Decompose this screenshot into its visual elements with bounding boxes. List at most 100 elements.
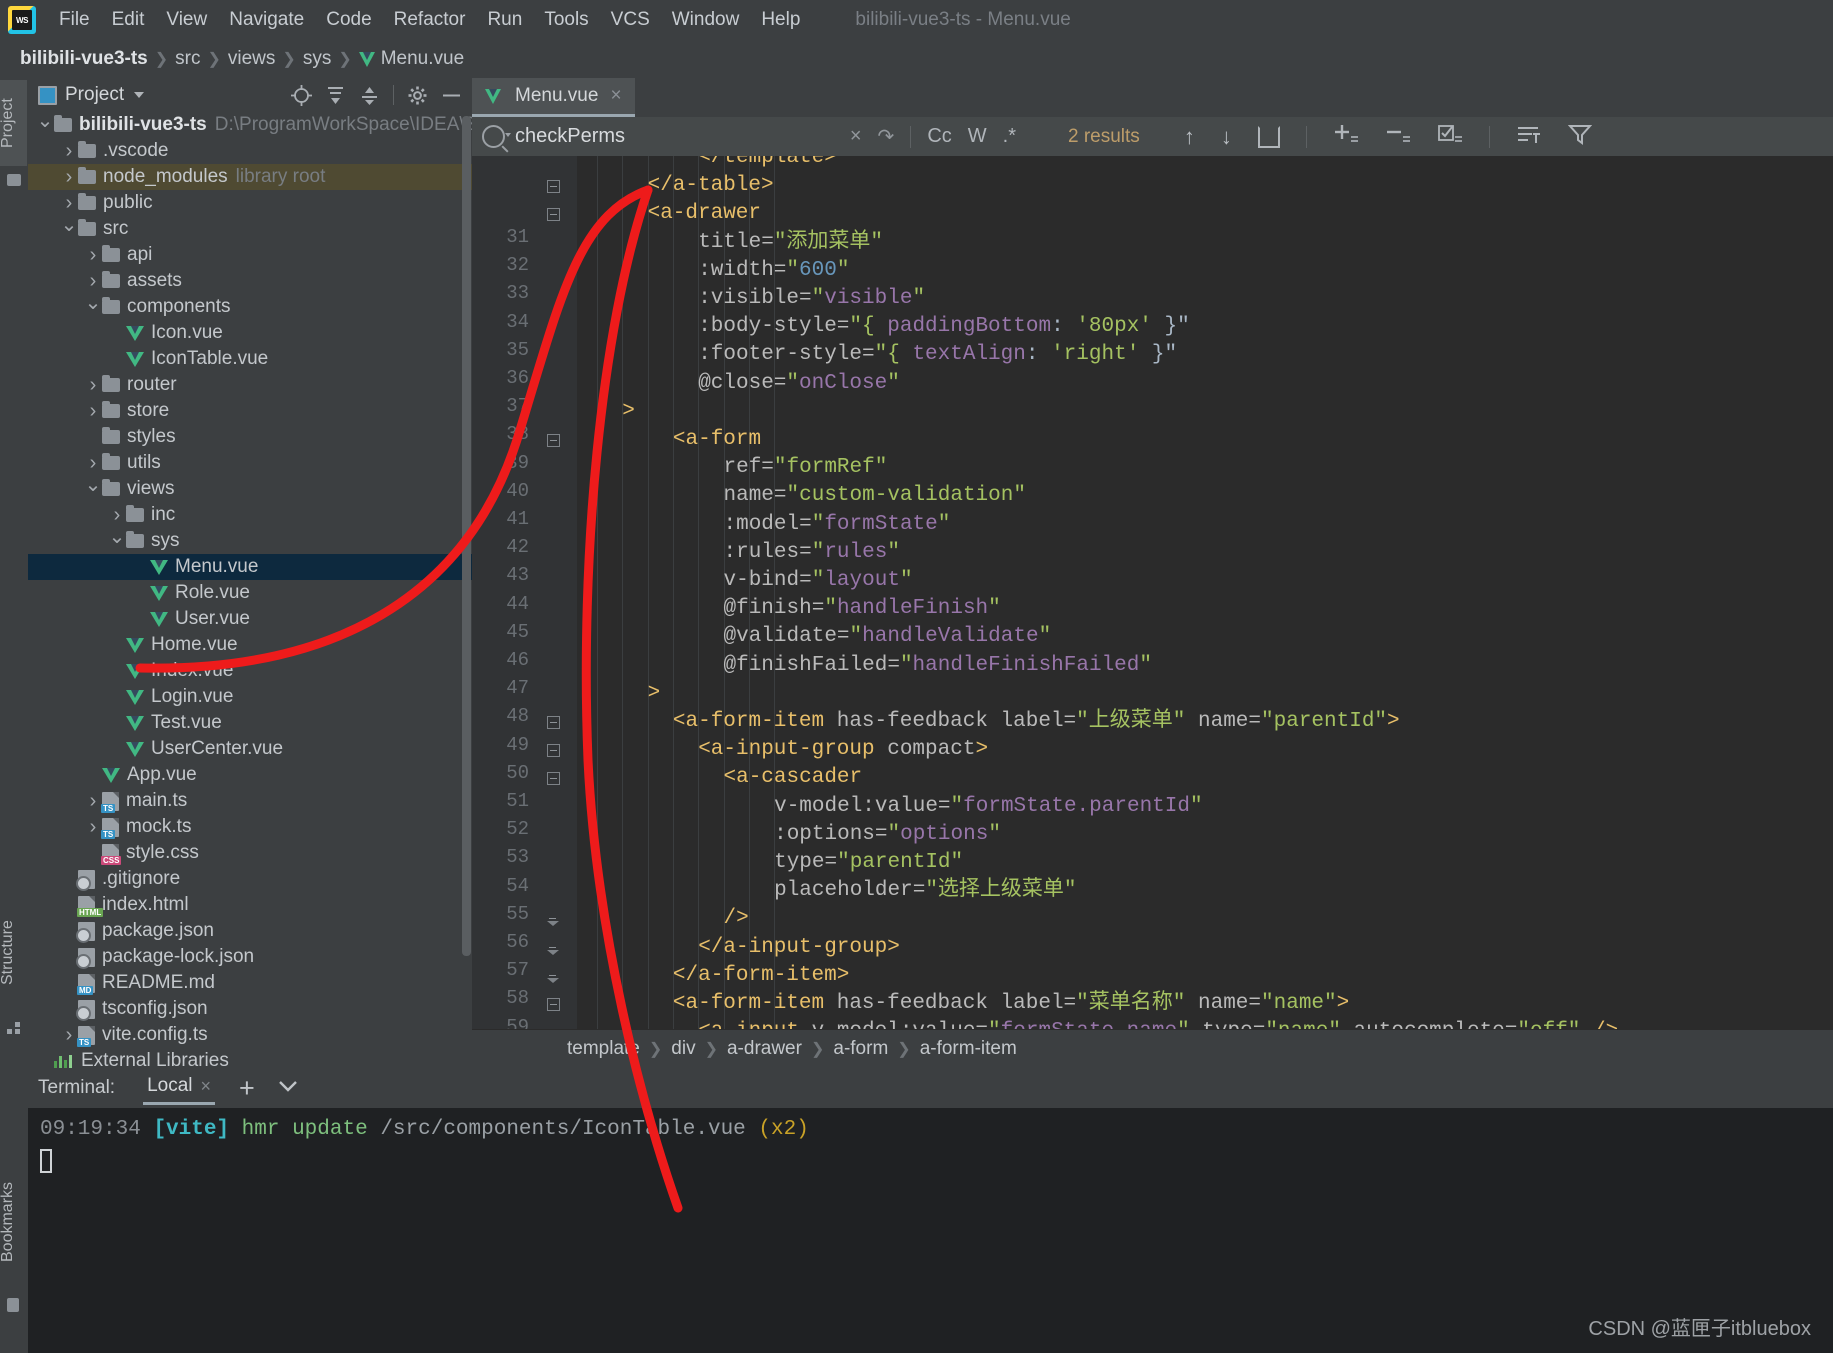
code-line[interactable]: <a-drawer	[648, 200, 761, 228]
menu-item-edit[interactable]: Edit	[101, 6, 156, 34]
menu-item-window[interactable]: Window	[661, 6, 751, 34]
code-line[interactable]: </template>	[698, 156, 837, 172]
tree-row[interactable]: .vscode	[28, 138, 472, 164]
select-all-lines-icon[interactable]	[1437, 123, 1463, 151]
code-line[interactable]: :width="600"	[698, 257, 849, 285]
menu-item-vcs[interactable]: VCS	[600, 6, 661, 34]
tree-row[interactable]: Icon.vue	[28, 320, 472, 346]
new-terminal-button[interactable]: +	[239, 1075, 255, 1102]
code-line[interactable]: :model="formState"	[724, 511, 951, 539]
tree-twisty-right[interactable]	[60, 193, 78, 213]
tree-row[interactable]: UserCenter.vue	[28, 736, 472, 762]
fold-marker[interactable]	[547, 716, 560, 729]
chevron-down-icon[interactable]	[277, 1077, 299, 1099]
tree-row[interactable]: Index.vue	[28, 658, 472, 684]
tree-row[interactable]: src	[28, 216, 472, 242]
code-line[interactable]: @finish="handleFinish"	[724, 595, 1001, 623]
tree-row[interactable]: utils	[28, 450, 472, 476]
code-line[interactable]: type="parentId"	[774, 849, 963, 877]
bookmarks-icon[interactable]	[7, 1298, 19, 1312]
tool-window-project[interactable]: Project	[0, 80, 27, 166]
fold-marker[interactable]	[547, 772, 560, 785]
collapse-all-icon[interactable]	[359, 85, 380, 106]
chevron-down-icon[interactable]	[134, 92, 144, 98]
tree-row[interactable]: node_moduleslibrary root	[28, 164, 472, 190]
editor-breadcrumb-a-form[interactable]: a-form	[833, 1038, 888, 1060]
tree-row[interactable]: User.vue	[28, 606, 472, 632]
code-line[interactable]: <a-input-group compact>	[698, 736, 988, 764]
tree-row[interactable]: tsconfig.json	[28, 996, 472, 1022]
code-line[interactable]: name="custom-validation"	[724, 482, 1026, 510]
breadcrumb-item-0[interactable]: bilibili-vue3-ts	[20, 48, 148, 70]
code-line[interactable]: </a-input-group>	[698, 934, 900, 962]
tree-row[interactable]: api	[28, 242, 472, 268]
tree-row[interactable]: MDREADME.md	[28, 970, 472, 996]
search-input[interactable]: checkPerms	[515, 125, 625, 148]
hide-panel-icon[interactable]	[441, 85, 462, 106]
code-viewport[interactable]: </template></a-table><a-drawertitle="添加菜…	[472, 156, 1833, 1030]
project-tree-scrollbar[interactable]	[462, 116, 471, 956]
tree-row[interactable]: TSmain.ts	[28, 788, 472, 814]
code-line[interactable]: ref="formRef"	[724, 454, 888, 482]
code-line[interactable]: :body-style="{ paddingBottom: '80px' }"	[698, 313, 1190, 341]
code-line[interactable]: </a-table>	[648, 172, 774, 200]
tree-row[interactable]: .gitignore	[28, 866, 472, 892]
tree-row[interactable]: TSmock.ts	[28, 814, 472, 840]
menu-item-run[interactable]: Run	[476, 6, 533, 34]
tree-row[interactable]: assets	[28, 268, 472, 294]
menu-item-code[interactable]: Code	[315, 6, 382, 34]
menu-item-navigate[interactable]: Navigate	[218, 6, 315, 34]
tree-twisty-right[interactable]	[108, 505, 126, 525]
tree-row[interactable]: views	[28, 476, 472, 502]
tree-twisty-right[interactable]	[60, 141, 78, 161]
code-line[interactable]: :footer-style="{ textAlign: 'right' }"	[698, 341, 1177, 369]
code-line[interactable]: :options="options"	[774, 821, 1001, 849]
tree-row[interactable]: TSvite.config.ts	[28, 1022, 472, 1048]
tree-twisty-right[interactable]	[60, 1025, 78, 1045]
tree-twisty-down[interactable]	[60, 219, 78, 239]
code-lines[interactable]: </template></a-table><a-drawertitle="添加菜…	[577, 156, 1833, 1030]
fold-marker[interactable]	[547, 744, 560, 757]
fold-marker[interactable]	[547, 180, 560, 193]
add-line-icon[interactable]	[1333, 123, 1359, 151]
structure-icon[interactable]	[7, 1018, 21, 1030]
search-field-wrap[interactable]: checkPerms × ↷ Cc W .*	[472, 117, 1028, 156]
open-in-find-window-icon[interactable]	[1516, 123, 1542, 151]
terminal-tab-local[interactable]: Local ×	[137, 1071, 221, 1105]
tree-row[interactable]: Role.vue	[28, 580, 472, 606]
breadcrumb-item-1[interactable]: src	[175, 48, 200, 70]
tree-row[interactable]: HTMLindex.html	[28, 892, 472, 918]
project-folder-icon[interactable]	[7, 174, 21, 186]
tree-row[interactable]: router	[28, 372, 472, 398]
code-line[interactable]: <a-cascader	[724, 764, 863, 792]
code-line[interactable]: :visible="visible"	[698, 285, 925, 313]
code-line[interactable]: />	[724, 905, 749, 933]
tree-twisty-right[interactable]	[60, 167, 78, 187]
expand-all-icon[interactable]	[325, 85, 346, 106]
menu-item-help[interactable]: Help	[750, 6, 811, 34]
tree-twisty-down[interactable]	[84, 297, 102, 317]
menu-item-file[interactable]: File	[48, 6, 101, 34]
tree-twisty-right[interactable]	[84, 791, 102, 811]
menu-item-tools[interactable]: Tools	[533, 6, 599, 34]
breadcrumb-item-2[interactable]: views	[228, 48, 276, 70]
tree-row[interactable]: package.json	[28, 918, 472, 944]
fold-marker[interactable]	[547, 913, 560, 926]
menu-item-refactor[interactable]: Refactor	[383, 6, 477, 34]
tree-row[interactable]: App.vue	[28, 762, 472, 788]
code-line[interactable]: @validate="handleValidate"	[724, 623, 1052, 651]
whole-words-toggle[interactable]: W	[968, 125, 987, 148]
code-line[interactable]: title="添加菜单"	[698, 229, 883, 257]
code-line[interactable]: >	[648, 680, 661, 708]
code-line[interactable]: placeholder="选择上级菜单"	[774, 877, 1076, 905]
tree-row[interactable]: Menu.vue	[28, 554, 472, 580]
tree-row[interactable]: Home.vue	[28, 632, 472, 658]
fold-marker[interactable]	[547, 998, 560, 1011]
tree-twisty-right[interactable]	[84, 453, 102, 473]
tree-row[interactable]: components	[28, 294, 472, 320]
tree-twisty-down[interactable]	[36, 115, 54, 135]
tree-twisty-right[interactable]	[84, 271, 102, 291]
code-line[interactable]: </a-form-item>	[673, 962, 849, 990]
tree-row[interactable]: IconTable.vue	[28, 346, 472, 372]
fold-marker[interactable]	[547, 970, 560, 983]
